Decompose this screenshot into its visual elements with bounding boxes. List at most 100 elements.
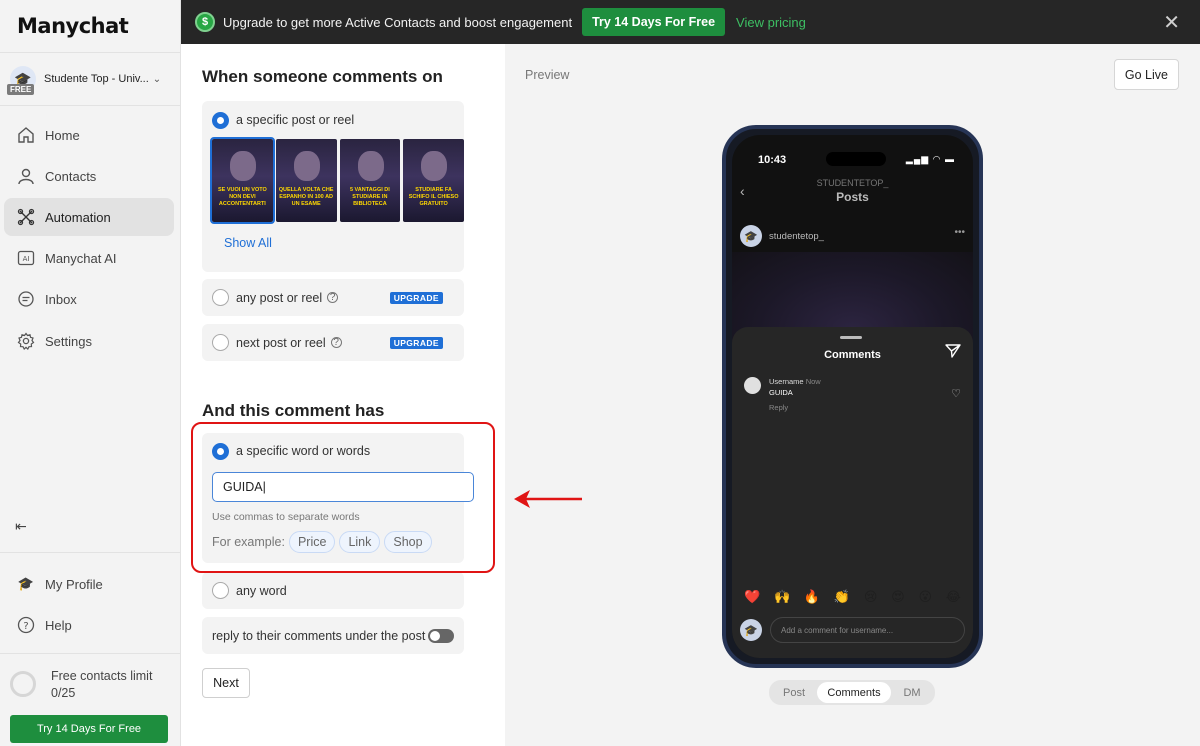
emoji: 👏 xyxy=(833,589,851,604)
dollar-icon: $ xyxy=(195,12,215,32)
sidebar-item-contacts[interactable]: Contacts xyxy=(4,157,174,195)
any-word-option[interactable]: any word xyxy=(202,572,464,609)
any-post-option[interactable]: any post or reel ? UPGRADE xyxy=(202,279,464,316)
help-icon: ? xyxy=(16,615,36,635)
option-label: any word xyxy=(236,583,287,598)
sidebar-item-automation[interactable]: Automation xyxy=(4,198,174,236)
account-name: Studente Top - Univ... xyxy=(44,73,149,85)
limit-progress-ring xyxy=(10,671,36,697)
try-free-button[interactable]: Try 14 Days For Free xyxy=(10,715,168,743)
comment-username: Username xyxy=(769,377,804,386)
help-icon[interactable]: ? xyxy=(327,292,339,303)
comments-title: Comments xyxy=(824,349,881,361)
emoji: 😂 xyxy=(945,589,961,604)
radio-unselected[interactable] xyxy=(212,289,229,306)
emoji: 🙌 xyxy=(773,589,791,604)
post-header: 🎓 studentetop_ xyxy=(740,225,824,247)
limit-title: Free contacts limit xyxy=(51,669,153,683)
upgrade-banner: $ Upgrade to get more Active Contacts an… xyxy=(181,0,1200,44)
heart-icon: ♡ xyxy=(951,388,961,400)
trigger-heading: When someone comments on xyxy=(202,67,443,86)
comments-sheet: Comments Username Now GUIDA Reply ♡ ❤️ 🙌 xyxy=(732,327,973,658)
tab-dm[interactable]: DM xyxy=(891,682,933,703)
next-button[interactable]: Next xyxy=(202,668,250,698)
sidebar-item-my-profile[interactable]: 🎓 My Profile xyxy=(4,565,174,603)
add-comment-input: Add a comment for username... xyxy=(770,617,965,643)
emoji: 🔥 xyxy=(803,589,821,604)
divider xyxy=(0,653,181,654)
account-switcher[interactable]: 🎓 Studente Top - Univ... ⌄ xyxy=(10,62,175,96)
specific-post-card: a specific post or reel SE VUOI UN VOTO … xyxy=(202,101,464,272)
reply-toggle[interactable] xyxy=(428,628,454,643)
post-thumbnail[interactable]: 5 VANTAGGI DI STUDIARE IN BIBLIOTECA xyxy=(339,139,401,222)
option-label: next post or reel xyxy=(236,335,326,350)
emoji: ❤️ xyxy=(744,589,761,604)
sidebar-item-label: Manychat AI xyxy=(45,250,117,266)
tab-post[interactable]: Post xyxy=(771,682,817,703)
sidebar-item-label: Help xyxy=(45,617,72,633)
view-pricing-link[interactable]: View pricing xyxy=(736,15,806,30)
post-username: studentetop_ xyxy=(769,230,824,242)
post-thumbnails: SE VUOI UN VOTO NON DEVI ACCONTENTARTI Q… xyxy=(210,137,464,224)
limit-count: 0/25 xyxy=(51,686,76,700)
emoji: 😮 xyxy=(918,589,933,604)
post-thumbnail[interactable]: STUDIARE FA SCHIFO IL CHIESO GRATUITO xyxy=(403,139,464,222)
option-label: any post or reel xyxy=(236,290,323,305)
avatar-icon: 🎓 xyxy=(17,576,35,591)
sidebar-item-label: Settings xyxy=(45,333,92,349)
comment-item: Username Now GUIDA Reply xyxy=(744,377,821,412)
upgrade-badge[interactable]: UPGRADE xyxy=(389,336,443,349)
thumbnail-caption: STUDIARE FA SCHIFO IL CHIESO GRATUITO xyxy=(408,187,459,207)
comment-time: Now xyxy=(805,377,821,386)
sidebar: Manychat 🎓 Studente Top - Univ... ⌄ FREE… xyxy=(0,0,181,746)
dynamic-island xyxy=(826,152,886,166)
preview-tabs: Post Comments DM xyxy=(769,680,935,705)
close-icon[interactable]: ✕ xyxy=(1163,10,1180,35)
sidebar-item-label: Inbox xyxy=(45,291,77,307)
arrow-annotation-icon xyxy=(514,490,582,508)
sidebar-item-inbox[interactable]: Inbox xyxy=(4,280,174,318)
show-all-link[interactable]: Show All xyxy=(224,236,464,250)
divider xyxy=(0,552,181,553)
free-plan-badge: FREE xyxy=(7,84,35,95)
post-thumbnail[interactable]: QUELLA VOLTA CHE ESPANHO IN 100 AD UN ES… xyxy=(275,139,337,222)
sidebar-item-help[interactable]: ? Help xyxy=(4,606,174,644)
sheet-grabber xyxy=(840,336,862,339)
sidebar-item-home[interactable]: Home xyxy=(4,116,174,154)
manychat-logo[interactable]: Manychat xyxy=(17,14,129,38)
collapse-sidebar-icon[interactable]: ⇤ xyxy=(15,518,27,535)
posts-title: Posts xyxy=(836,190,869,204)
banner-trial-button[interactable]: Try 14 Days For Free xyxy=(582,8,726,36)
gear-icon xyxy=(16,331,36,351)
specific-post-option[interactable]: a specific post or reel xyxy=(202,101,464,139)
sidebar-item-label: Home xyxy=(45,127,80,143)
next-post-option[interactable]: next post or reel ? UPGRADE xyxy=(202,324,464,361)
keywords-heading: And this comment has xyxy=(202,401,385,420)
post-thumbnail[interactable]: SE VUOI UN VOTO NON DEVI ACCONTENTARTI xyxy=(210,137,275,224)
radio-unselected[interactable] xyxy=(212,582,229,599)
chevron-down-icon: ⌄ xyxy=(152,73,162,85)
preview-label: Preview xyxy=(525,68,570,82)
highlight-annotation xyxy=(191,422,495,573)
tab-comments[interactable]: Comments xyxy=(817,682,891,703)
contacts-limit: Free contacts limit 0/25 xyxy=(10,668,175,702)
help-icon[interactable]: ? xyxy=(330,337,342,348)
svg-text:?: ? xyxy=(23,621,28,632)
sidebar-item-label: My Profile xyxy=(45,576,103,592)
more-icon: ••• xyxy=(954,227,965,238)
radio-selected[interactable] xyxy=(212,111,229,129)
send-icon xyxy=(945,343,961,363)
comment-reply: Reply xyxy=(769,403,789,412)
avatar xyxy=(744,377,761,394)
banner-text: Upgrade to get more Active Contacts and … xyxy=(223,14,573,30)
thumbnail-caption: SE VUOI UN VOTO NON DEVI ACCONTENTARTI xyxy=(217,187,267,207)
go-live-button[interactable]: Go Live xyxy=(1113,59,1179,90)
sidebar-item-label: Automation xyxy=(45,209,111,225)
thumbnail-caption: QUELLA VOLTA CHE ESPANHO IN 100 AD UN ES… xyxy=(278,187,334,207)
sidebar-item-manychat-ai[interactable]: AI Manychat AI xyxy=(4,239,174,277)
upgrade-badge[interactable]: UPGRADE xyxy=(389,291,443,304)
person-icon xyxy=(16,166,36,186)
sidebar-item-settings[interactable]: Settings xyxy=(4,322,174,360)
option-label: reply to their comments under the post xyxy=(212,628,426,643)
radio-unselected[interactable] xyxy=(212,334,229,351)
